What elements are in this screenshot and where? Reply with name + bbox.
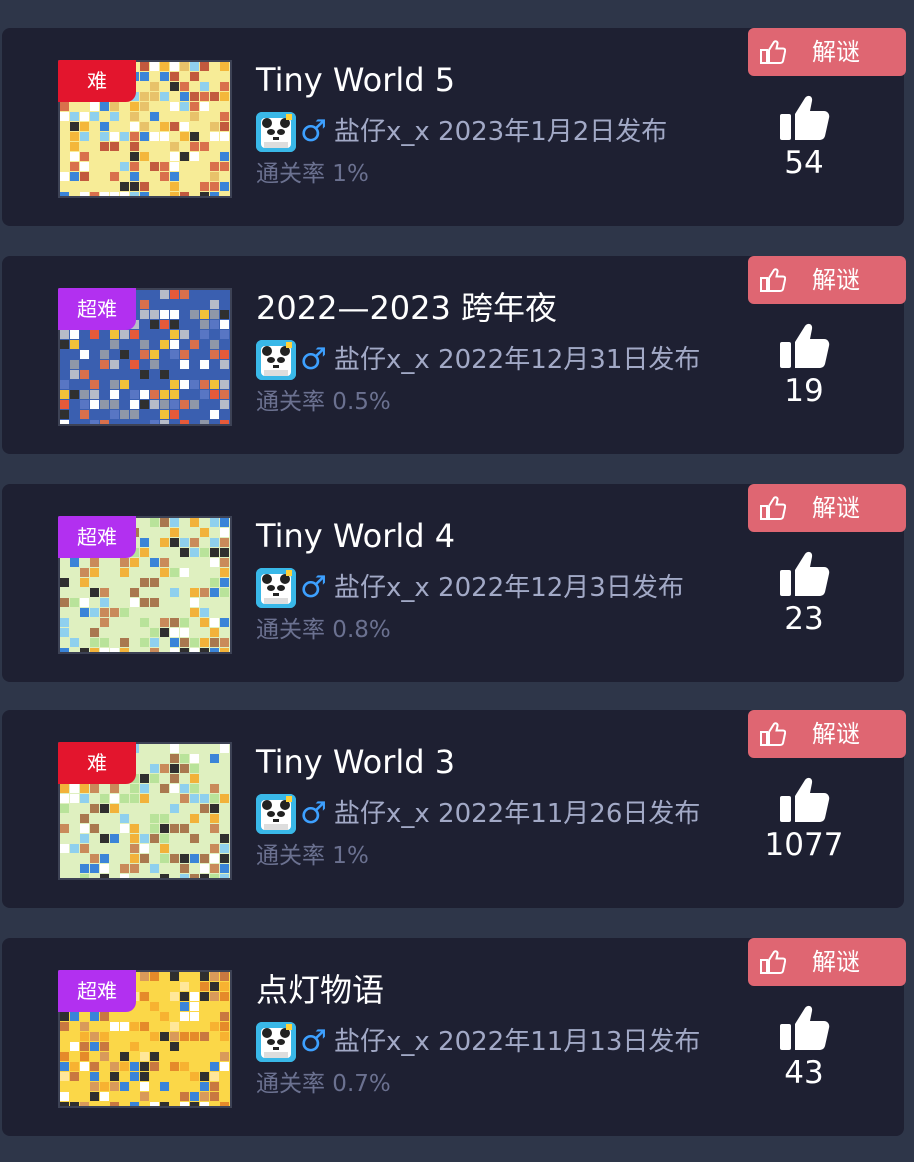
category-tag: 解谜	[748, 256, 906, 304]
difficulty-badge: 难	[58, 742, 136, 784]
category-tag: 解谜	[748, 484, 906, 532]
level-title[interactable]: 点灯物语	[256, 968, 384, 1012]
level-card[interactable]: 超难 Tiny World 4 ♂ 盐仔x_x 2022年12月3日发布 通关率…	[2, 484, 906, 682]
author-byline: 盐仔x_x 2022年11月13日发布	[334, 1022, 700, 1062]
thumbs-up-icon[interactable]	[778, 776, 830, 824]
category-tag-label: 解谜	[812, 948, 860, 976]
panda-avatar-icon[interactable]	[256, 794, 296, 834]
difficulty-badge: 超难	[58, 516, 136, 558]
thumbs-up-icon[interactable]	[778, 1004, 830, 1052]
like-count: 1077	[764, 827, 844, 863]
pass-rate: 通关率 0.7%	[256, 1071, 391, 1097]
level-title[interactable]: Tiny World 5	[256, 58, 455, 102]
thumbs-up-outline-icon	[760, 268, 786, 292]
category-tag: 解谜	[748, 938, 906, 986]
category-tag-label: 解谜	[812, 494, 860, 522]
male-symbol-icon: ♂	[300, 570, 327, 605]
difficulty-badge: 超难	[58, 970, 136, 1012]
like-count: 43	[784, 1055, 824, 1091]
author-byline: 盐仔x_x 2022年12月3日发布	[334, 568, 684, 608]
publish-date: 2022年11月13日发布	[438, 1027, 701, 1057]
level-card[interactable]: 难 Tiny World 3 ♂ 盐仔x_x 2022年11月26日发布 通关率…	[2, 710, 906, 908]
author-name[interactable]: 盐仔x_x	[334, 117, 430, 147]
panda-avatar-icon[interactable]	[256, 1022, 296, 1062]
male-symbol-icon: ♂	[300, 796, 327, 831]
male-symbol-icon: ♂	[300, 342, 327, 377]
like-count: 23	[784, 601, 824, 637]
difficulty-badge: 难	[58, 60, 136, 102]
panda-avatar-icon[interactable]	[256, 340, 296, 380]
male-symbol-icon: ♂	[300, 1024, 327, 1059]
author-name[interactable]: 盐仔x_x	[334, 573, 430, 603]
author-name[interactable]: 盐仔x_x	[334, 1027, 430, 1057]
level-card[interactable]: 超难 2022—2023 跨年夜 ♂ 盐仔x_x 2022年12月31日发布 通…	[2, 256, 906, 454]
publish-date: 2022年11月26日发布	[438, 799, 701, 829]
author-byline: 盐仔x_x 2023年1月2日发布	[334, 112, 667, 152]
panda-avatar-icon[interactable]	[256, 112, 296, 152]
thumbs-up-icon[interactable]	[778, 322, 830, 370]
level-card[interactable]: 难 Tiny World 5 ♂ 盐仔x_x 2023年1月2日发布 通关率 1…	[2, 28, 906, 226]
category-tag-label: 解谜	[812, 266, 860, 294]
like-count: 54	[784, 145, 824, 181]
thumbs-up-outline-icon	[760, 950, 786, 974]
publish-date: 2022年12月3日发布	[438, 573, 684, 603]
level-card[interactable]: 超难 点灯物语 ♂ 盐仔x_x 2022年11月13日发布 通关率 0.7% 解…	[2, 938, 906, 1136]
publish-date: 2023年1月2日发布	[438, 117, 668, 147]
difficulty-badge: 超难	[58, 288, 136, 330]
publish-date: 2022年12月31日发布	[438, 345, 701, 375]
author-name[interactable]: 盐仔x_x	[334, 345, 430, 375]
level-title[interactable]: 2022—2023 跨年夜	[256, 286, 557, 330]
category-tag-label: 解谜	[812, 38, 860, 66]
pass-rate: 通关率 1%	[256, 161, 369, 187]
category-tag: 解谜	[748, 710, 906, 758]
category-tag: 解谜	[748, 28, 906, 76]
male-symbol-icon: ♂	[300, 114, 327, 149]
pass-rate: 通关率 1%	[256, 843, 369, 869]
level-title[interactable]: Tiny World 4	[256, 514, 455, 558]
thumbs-up-icon[interactable]	[778, 94, 830, 142]
thumbs-up-outline-icon	[760, 40, 786, 64]
level-title[interactable]: Tiny World 3	[256, 740, 455, 784]
pass-rate: 通关率 0.5%	[256, 389, 391, 415]
author-name[interactable]: 盐仔x_x	[334, 799, 430, 829]
thumbs-up-icon[interactable]	[778, 550, 830, 598]
like-count: 19	[784, 373, 824, 409]
author-byline: 盐仔x_x 2022年11月26日发布	[334, 794, 700, 834]
author-byline: 盐仔x_x 2022年12月31日发布	[334, 340, 700, 380]
thumbs-up-outline-icon	[760, 496, 786, 520]
panda-avatar-icon[interactable]	[256, 568, 296, 608]
category-tag-label: 解谜	[812, 720, 860, 748]
thumbs-up-outline-icon	[760, 722, 786, 746]
pass-rate: 通关率 0.8%	[256, 617, 391, 643]
